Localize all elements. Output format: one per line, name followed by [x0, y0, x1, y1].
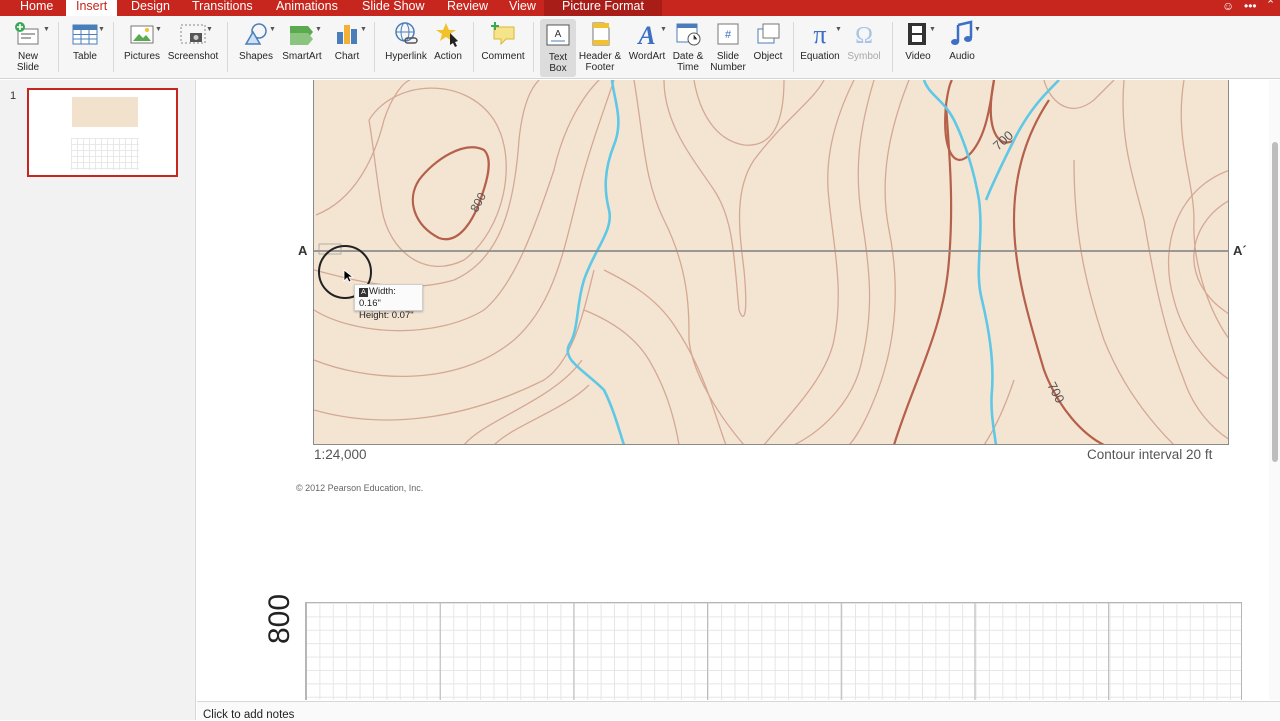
tab-review[interactable]: Review [447, 0, 488, 16]
tab-view[interactable]: View [509, 0, 536, 16]
feedback-smiley-icon[interactable]: ☺ [1222, 0, 1238, 14]
screenshot-dropdown-icon[interactable]: ▼ [206, 26, 213, 33]
object-button[interactable]: Object [749, 20, 787, 63]
tab-picture-format[interactable]: Picture Format [544, 0, 662, 16]
pictures-dropdown-icon[interactable]: ▼ [155, 26, 162, 33]
ribbon-divider [113, 22, 114, 72]
wordart-dropdown-icon[interactable]: ▼ [660, 26, 667, 33]
slide-number-label: 1 [10, 90, 17, 102]
contour-lines [314, 80, 1228, 444]
action-button[interactable]: Action [430, 20, 466, 63]
smartart-dropdown-icon[interactable]: ▼ [315, 26, 322, 33]
hyperlink-icon [391, 20, 421, 48]
tab-home[interactable]: Home [20, 0, 53, 16]
topographic-map-drawing: 800 700 700 [314, 80, 1228, 444]
collapse-ribbon-icon[interactable]: ⌃ [1266, 0, 1278, 14]
object-icon [753, 20, 783, 48]
profile-elevation-label: 800 [263, 593, 296, 644]
ribbon: New Slide ▼ Table ▼ Pictures ▼ Screensho… [0, 16, 1280, 79]
ribbon-divider [58, 22, 59, 72]
action-star-icon [433, 20, 463, 48]
slide-number-icon: # [713, 20, 743, 48]
ribbon-divider [227, 22, 228, 72]
svg-text:A: A [555, 29, 562, 40]
profile-graph-grid[interactable] [305, 602, 1242, 700]
table-icon [70, 20, 100, 48]
omega-symbol-icon: Ω [849, 20, 879, 48]
new-slide-dropdown-icon[interactable]: ▼ [43, 26, 50, 33]
tab-transitions[interactable]: Transitions [192, 0, 253, 16]
ribbon-divider [473, 22, 474, 72]
text-box-button[interactable]: A Text Box [540, 19, 576, 77]
text-box-icon: A [543, 21, 573, 49]
point-a-prime-label: A´ [1233, 243, 1247, 258]
music-note-icon [947, 20, 977, 48]
slide-canvas[interactable]: 800 700 700 A A´ 1:24,000 Contour interv… [197, 80, 1269, 700]
comment-icon [488, 20, 518, 48]
shapes-icon [241, 20, 271, 48]
header-footer-button[interactable]: Header & Footer [577, 20, 623, 73]
ribbon-divider [892, 22, 893, 72]
point-a-label: A [298, 243, 308, 258]
thumbnail-grid-preview [71, 138, 139, 170]
date-time-button[interactable]: Date & Time [668, 20, 708, 73]
slide-thumbnail-panel: 1 [0, 80, 196, 720]
svg-text:π: π [813, 20, 826, 48]
screenshot-icon [178, 20, 208, 48]
more-options-icon[interactable]: ••• [1244, 0, 1258, 14]
svg-text:Ω: Ω [855, 23, 873, 48]
slide-number-button[interactable]: # Slide Number [708, 20, 748, 73]
notes-pane[interactable]: Click to add notes [197, 701, 1280, 721]
tab-insert[interactable]: Insert [66, 0, 118, 16]
slide-thumbnail[interactable] [27, 88, 178, 177]
header-footer-icon [585, 20, 615, 48]
audio-dropdown-icon[interactable]: ▼ [974, 26, 981, 33]
tab-slide-show[interactable]: Slide Show [362, 0, 425, 16]
tab-design[interactable]: Design [131, 0, 170, 16]
svg-text:A: A [636, 21, 655, 48]
equation-dropdown-icon[interactable]: ▼ [835, 26, 842, 33]
chart-dropdown-icon[interactable]: ▼ [360, 26, 367, 33]
tooltip-height: Height: 0.07" [359, 310, 414, 321]
contour-label-800: 800 [467, 190, 489, 215]
pi-equation-icon: π [805, 20, 835, 48]
vertical-scrollbar[interactable] [1269, 80, 1280, 700]
text-box-badge-icon: A [359, 288, 368, 297]
ribbon-divider [374, 22, 375, 72]
size-tooltip: A Width: 0.16" Height: 0.07" [354, 284, 423, 321]
symbol-button[interactable]: Ω Symbol [844, 20, 884, 63]
map-scale-label: 1:24,000 [314, 447, 367, 462]
contour-interval-label: Contour interval 20 ft [1087, 447, 1213, 462]
video-dropdown-icon[interactable]: ▼ [929, 26, 936, 33]
topographic-map-image[interactable]: 800 700 700 [313, 80, 1229, 445]
thumbnail-map-preview [72, 97, 138, 127]
chart-icon [332, 20, 362, 48]
new-slide-button[interactable]: New Slide [8, 20, 48, 73]
wordart-icon: A [632, 20, 662, 48]
profile-elevation-label-wrapper: 800 [261, 586, 301, 646]
video-film-icon [903, 20, 933, 48]
ribbon-divider [533, 22, 534, 72]
shapes-dropdown-icon[interactable]: ▼ [269, 26, 276, 33]
ribbon-tab-bar: Home Insert Design Transitions Animation… [0, 0, 1280, 16]
table-dropdown-icon[interactable]: ▼ [98, 26, 105, 33]
contour-label-700-bottom: 700 [1044, 379, 1067, 405]
smartart-icon [287, 20, 317, 48]
equation-button[interactable]: π Equation [800, 20, 840, 63]
svg-text:#: # [725, 29, 732, 41]
pictures-icon [127, 20, 157, 48]
tab-animations[interactable]: Animations [276, 0, 338, 16]
new-slide-icon [13, 20, 43, 48]
calendar-clock-icon [673, 20, 703, 48]
comment-button[interactable]: Comment [480, 20, 526, 63]
ribbon-divider [793, 22, 794, 72]
mouse-pointer-icon [343, 269, 353, 283]
hyperlink-button[interactable]: Hyperlink [382, 20, 430, 63]
scrollbar-thumb[interactable] [1272, 142, 1278, 462]
notes-placeholder[interactable]: Click to add notes [203, 709, 294, 721]
copyright-label: © 2012 Pearson Education, Inc. [296, 483, 424, 493]
